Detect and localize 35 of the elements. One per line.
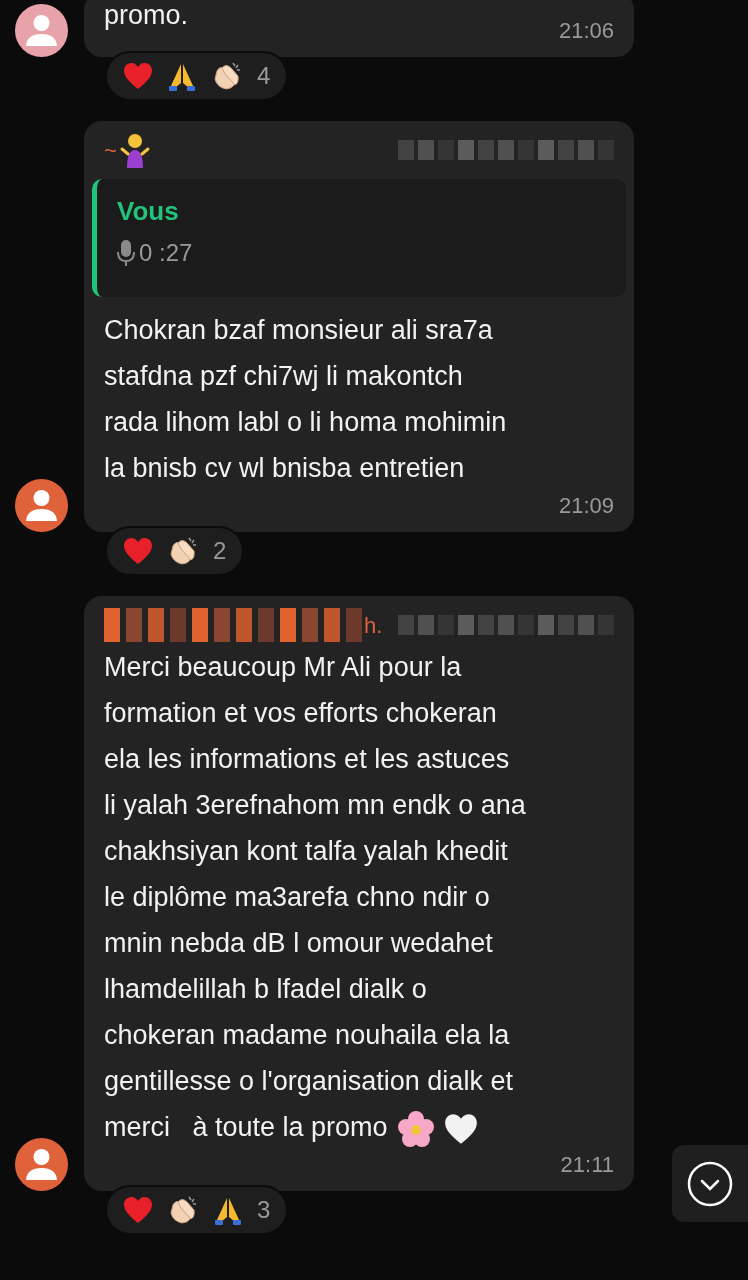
clapping-hands-icon [167, 536, 199, 566]
heart-icon [443, 1112, 478, 1145]
message-text: Chokran bzaf monsieur ali sra7a stafdna pzf chi7wj li makontch rada lihom labl o li homa mohimin la bnisb cv wl bnisba entretien [104, 314, 507, 485]
message-time: 21:09 [558, 492, 614, 520]
avatar[interactable] [15, 1138, 68, 1191]
message-bubble[interactable]: promo. 21:06 [84, 0, 634, 57]
heart-icon [123, 62, 153, 90]
clapping-hands-icon [211, 61, 243, 91]
message-text: Merci beaucoup Mr Ali pour la formation et vos efforts chokeran ela les informations et les astuces li yalah 3erefnahom mn endk o ana chakhsiyan kont talfa yalah khedit le diplôme ma3arefa chno ndir o mnin nebda dB l omour wedahet lhamdelillah b lfadel dialk o chokeran madame nouhaila ela la gentillesse o l'organisation dialk et merci à toute la promo [104, 644, 526, 1150]
message-time: 21:11 [560, 1151, 614, 1179]
sender-name: ~ [104, 136, 117, 165]
heart-icon [123, 1196, 153, 1224]
message-time: 21:06 [558, 17, 614, 45]
reaction-count: 4 [257, 61, 271, 91]
avatar[interactable] [15, 479, 68, 532]
heart-icon [123, 537, 153, 565]
avatar[interactable] [15, 4, 68, 57]
reaction-count: 2 [213, 536, 227, 566]
quote-author: Vous [117, 195, 180, 227]
scroll-down-button[interactable] [672, 1145, 748, 1222]
microphone-icon [117, 239, 135, 267]
person-shrugging-icon [118, 132, 151, 168]
quoted-message[interactable]: Vous 0 :27 [92, 179, 626, 297]
reaction-count: 3 [257, 1195, 271, 1225]
chevron-down-icon [687, 1160, 733, 1207]
message-bubble[interactable]: ~ Vous 0 :27 Chokran bzaf monsieur ali sra7a stafdna pzf chi7wj li makontch rada lihom labl o li homa mohimin la bnisb cv wl bnisba entretien 21:09 [84, 121, 634, 532]
reactions-pill[interactable]: 2 [105, 526, 245, 576]
voice-duration: 0 :27 [139, 238, 193, 268]
flower-icon [395, 1109, 436, 1148]
sender-name: h. [364, 611, 383, 640]
reactions-pill[interactable]: 4 [105, 51, 289, 101]
clapping-hands-icon [167, 1195, 199, 1225]
message-text: promo. [104, 0, 189, 32]
reactions-pill[interactable]: 3 [105, 1185, 289, 1235]
message-bubble[interactable] [84, 596, 634, 1191]
